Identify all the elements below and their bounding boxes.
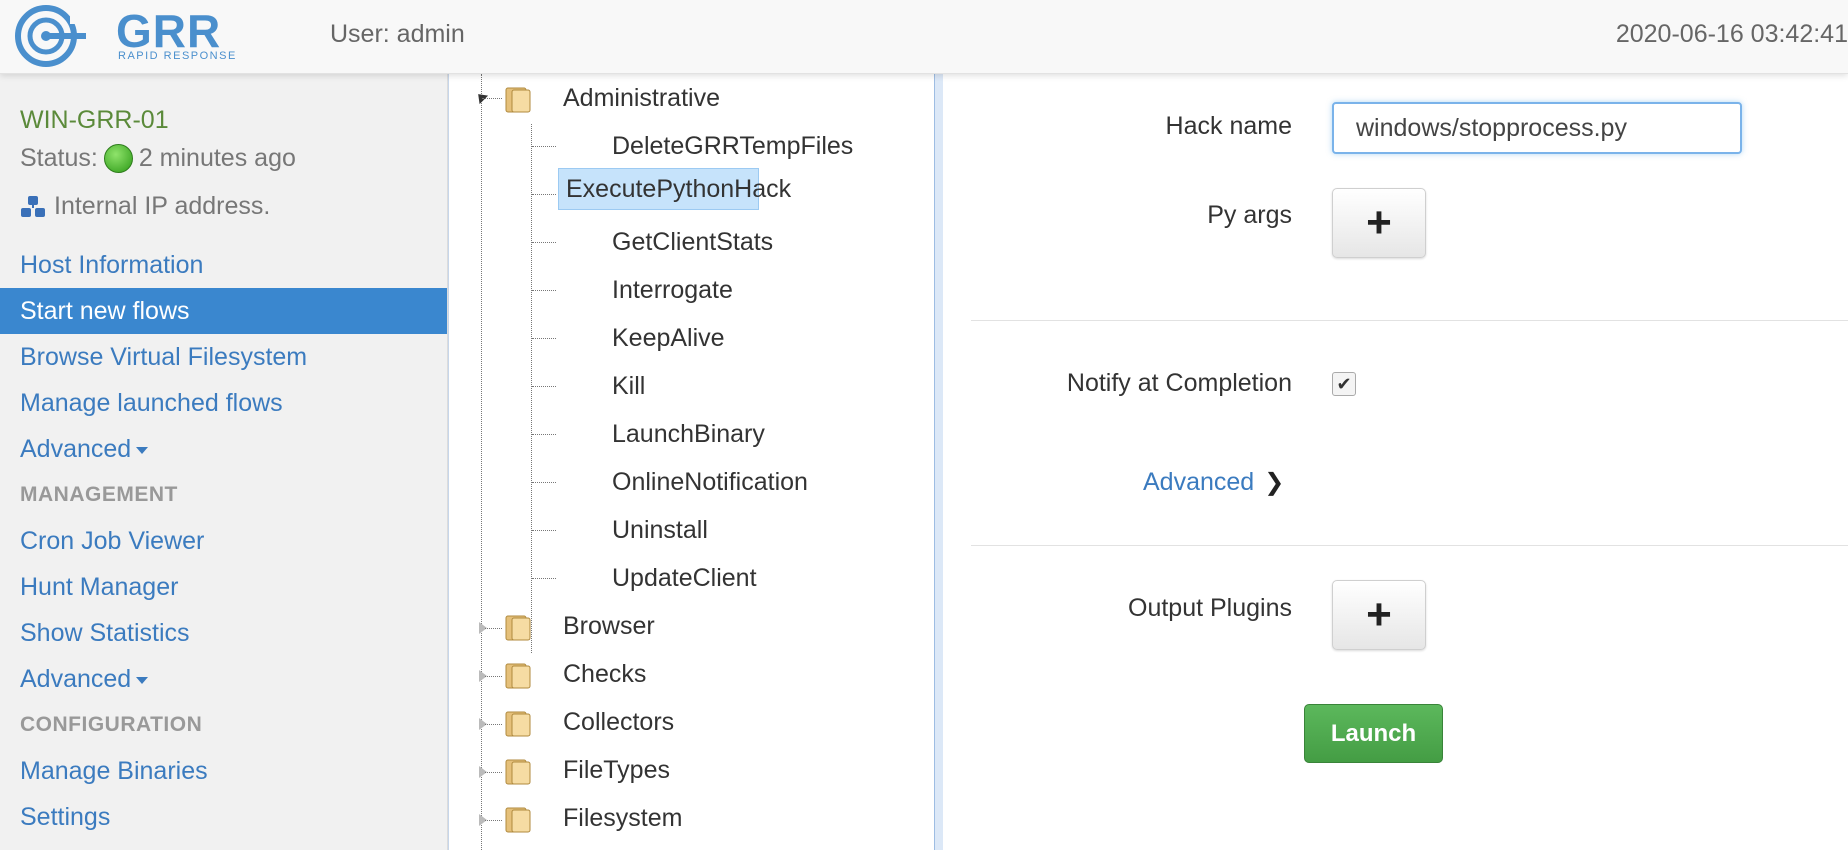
tree-guide-line	[532, 482, 556, 483]
folder-icon	[505, 711, 531, 737]
tree-guide-line	[532, 194, 556, 195]
sidebar-item-label: Advanced	[20, 435, 132, 463]
folder-icon	[505, 615, 531, 641]
advanced-link-label: Advanced	[1143, 468, 1255, 496]
tree-guide-line	[485, 628, 502, 629]
sidebar-item-advanced-management[interactable]: Advanced	[0, 656, 447, 702]
tree-node-filetypes[interactable]: FileTypes	[563, 750, 670, 790]
tree-guide-line	[482, 98, 502, 99]
hack-name-label: Hack name	[1165, 112, 1292, 140]
tree-node-browser[interactable]: Browser	[563, 606, 655, 646]
add-py-arg-button[interactable]: +	[1332, 188, 1426, 258]
sidebar-item-hunt-manager[interactable]: Hunt Manager	[0, 564, 447, 610]
tree-node-kill[interactable]: Kill	[612, 366, 645, 406]
status-online-icon	[103, 144, 133, 173]
hack-name-input[interactable]	[1332, 102, 1742, 154]
expand-toggle-icon[interactable]	[473, 89, 489, 105]
tree-guide-line	[532, 530, 556, 531]
flow-tree-panel: Administrative DeleteGRRTempFiles Execut…	[448, 74, 937, 850]
tree-node-getclientstats[interactable]: GetClientStats	[612, 222, 773, 262]
plus-icon: +	[1366, 590, 1392, 639]
tree-node-launchbinary[interactable]: LaunchBinary	[612, 414, 765, 454]
sidebar-item-start-new-flows[interactable]: Start new flows	[0, 288, 447, 334]
tree-guide-line	[532, 242, 556, 243]
plus-icon: +	[1366, 198, 1392, 247]
logo-subtitle: RAPID RESPONSE	[118, 50, 237, 62]
launch-button[interactable]: Launch	[1304, 704, 1443, 763]
logo-text: GRR	[116, 5, 222, 57]
folder-icon	[505, 807, 531, 833]
tree-guide-line	[532, 338, 556, 339]
tree-guide-line	[532, 434, 556, 435]
form-divider	[971, 545, 1848, 546]
network-icon	[21, 195, 45, 217]
tree-guide-line	[485, 724, 502, 725]
py-args-label: Py args	[1207, 201, 1292, 229]
sidebar-item-manage-binaries[interactable]: Manage Binaries	[0, 748, 447, 794]
tree-node-updateclient[interactable]: UpdateClient	[612, 558, 757, 598]
tree-guide-line	[485, 676, 502, 677]
sidebar-section-configuration: CONFIGURATION	[20, 713, 203, 736]
sidebar-section-management: MANAGEMENT	[20, 483, 178, 506]
tree-guide-line	[485, 772, 502, 773]
chevron-right-icon: ❯	[1264, 469, 1285, 496]
client-name[interactable]: WIN-GRR-01	[20, 106, 169, 135]
tree-node-uninstall[interactable]: Uninstall	[612, 510, 708, 550]
tree-guide-line	[532, 386, 556, 387]
tree-node-administrative[interactable]: Administrative	[563, 78, 720, 118]
sidebar-item-show-statistics[interactable]: Show Statistics	[0, 610, 447, 656]
sidebar-item-cron-job-viewer[interactable]: Cron Job Viewer	[0, 518, 447, 564]
sidebar-item-advanced-client[interactable]: Advanced	[0, 426, 447, 472]
current-user: User: admin	[330, 20, 465, 48]
sidebar-item-browse-virtual-filesystem[interactable]: Browse Virtual Filesystem	[0, 334, 447, 380]
sidebar-nav: Host Information Start new flows Browse …	[0, 242, 447, 840]
sidebar-item-settings[interactable]: Settings	[0, 794, 447, 840]
tree-node-filesystem[interactable]: Filesystem	[563, 798, 682, 838]
current-datetime: 2020-06-16 03:42:41	[1615, 20, 1848, 48]
tree-node-collectors[interactable]: Collectors	[563, 702, 674, 742]
tree-node-keepalive[interactable]: KeepAlive	[612, 318, 725, 358]
tree-guide-line	[531, 124, 532, 653]
output-plugins-label: Output Plugins	[1128, 594, 1292, 622]
flow-tree: Administrative DeleteGRRTempFiles Execut…	[449, 74, 937, 850]
folder-icon	[505, 759, 531, 785]
tree-guide-line	[485, 820, 502, 821]
tree-node-checks[interactable]: Checks	[563, 654, 646, 694]
grr-logo-icon	[15, 5, 90, 67]
checkmark-icon: ✔	[1336, 374, 1352, 394]
sidebar-item-manage-launched-flows[interactable]: Manage launched flows	[0, 380, 447, 426]
tree-guide-line	[532, 146, 556, 147]
status-prefix: Status:	[20, 144, 98, 172]
top-header: GRR RAPID RESPONSE User: admin 2020-06-1…	[0, 0, 1848, 74]
add-output-plugin-button[interactable]: +	[1332, 580, 1426, 650]
tree-node-deletegrrtempfiles[interactable]: DeleteGRRTempFiles	[612, 126, 853, 166]
folder-icon	[505, 663, 531, 689]
status-time: 2 minutes ago	[138, 144, 296, 172]
tree-guide-line	[481, 74, 482, 850]
folder-open-icon	[505, 87, 531, 113]
tree-guide-line	[532, 290, 556, 291]
form-divider	[971, 320, 1848, 321]
notify-at-completion-checkbox[interactable]: ✔	[1332, 372, 1356, 396]
tree-node-interrogate[interactable]: Interrogate	[612, 270, 733, 310]
caret-down-icon	[136, 446, 149, 454]
grr-logo[interactable]: GRR RAPID RESPONSE	[12, 2, 252, 68]
sidebar-item-label: Advanced	[20, 665, 132, 693]
sidebar: WIN-GRR-01 Status: 2 minutes ago Interna…	[0, 74, 448, 850]
advanced-toggle-link[interactable]: Advanced ❯	[1143, 468, 1284, 497]
client-ip: Internal IP address.	[20, 192, 270, 221]
sidebar-item-host-information[interactable]: Host Information	[0, 242, 447, 288]
caret-down-icon	[136, 676, 149, 684]
tree-guide-line	[532, 578, 556, 579]
tree-node-executepythonhack[interactable]: ExecutePythonHack	[558, 168, 791, 210]
notify-at-completion-label: Notify at Completion	[1066, 369, 1292, 397]
client-status: Status: 2 minutes ago	[20, 144, 296, 173]
tree-node-onlinenotification[interactable]: OnlineNotification	[612, 462, 808, 502]
client-ip-text: Internal IP address.	[54, 192, 271, 220]
